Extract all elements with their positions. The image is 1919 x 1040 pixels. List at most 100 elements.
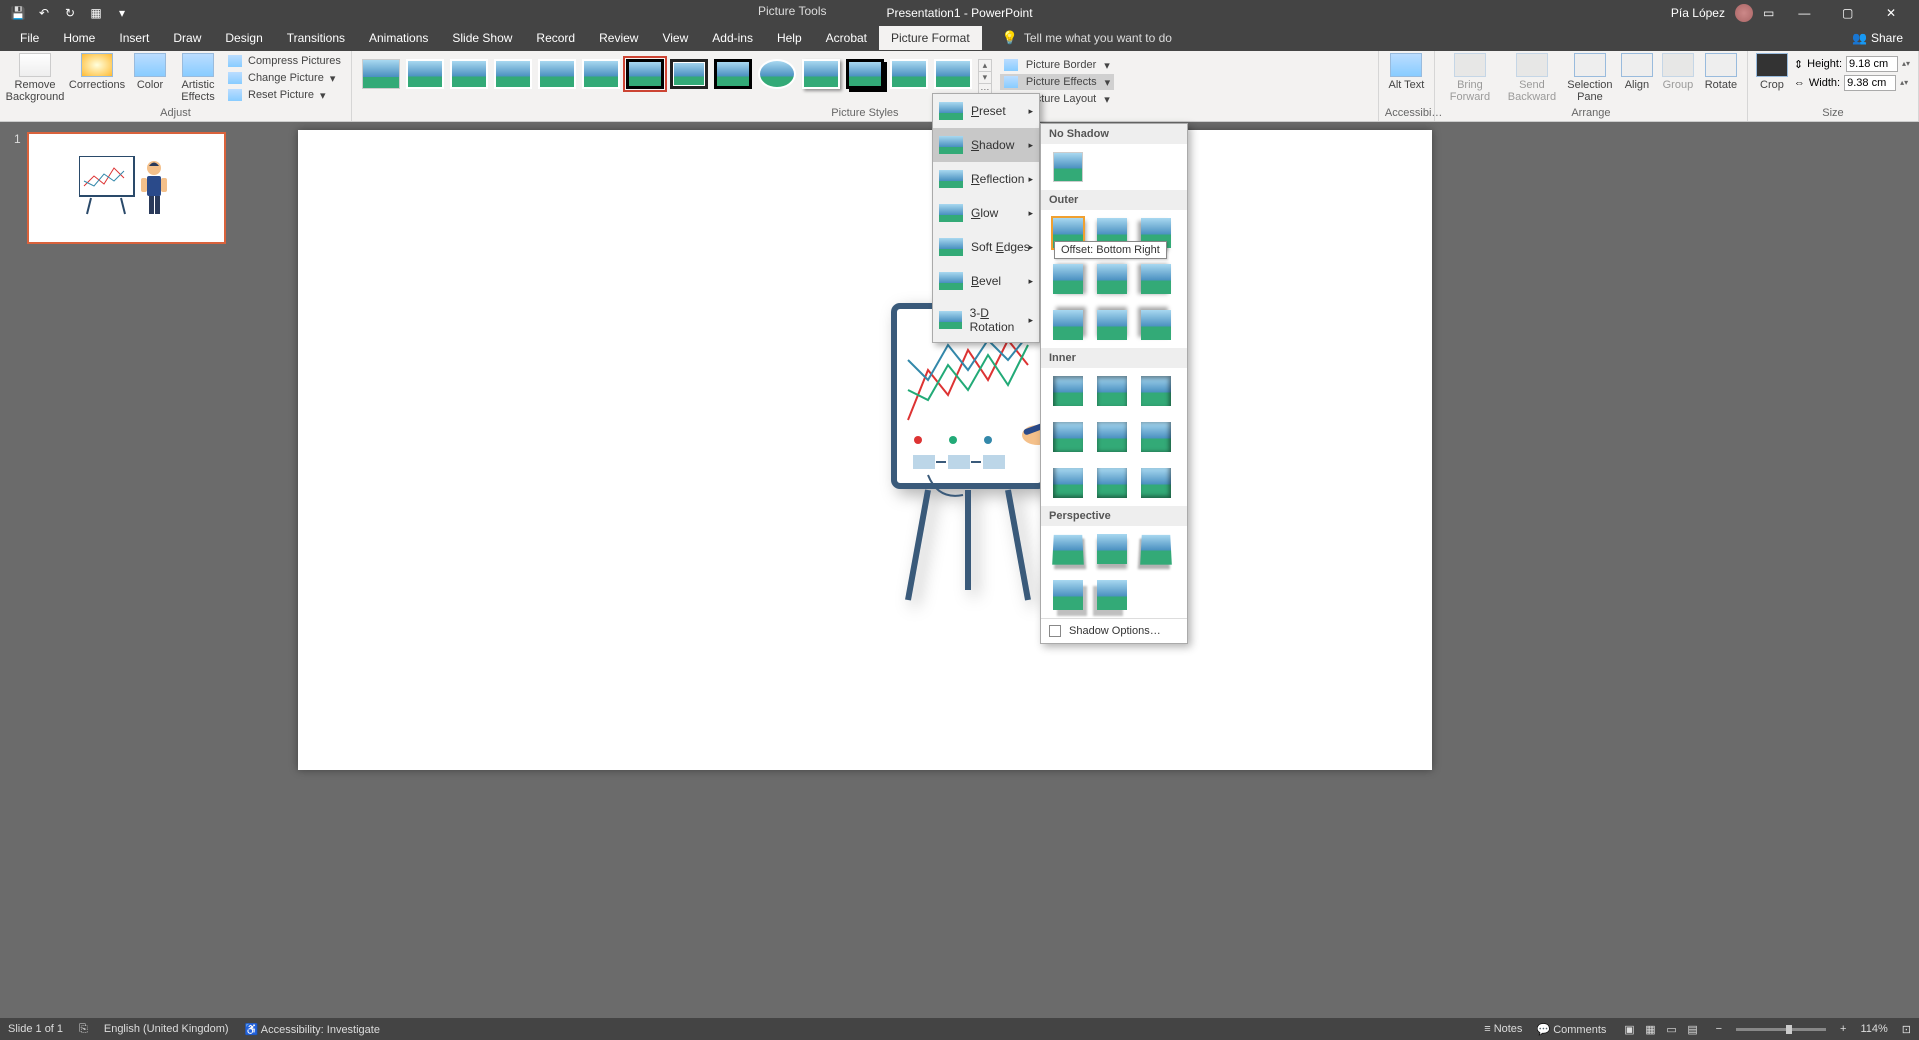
tab-picture-format[interactable]: Picture Format [879,26,982,50]
ribbon-display-icon[interactable]: ▭ [1763,6,1774,20]
status-language[interactable]: English (United Kingdom) [104,1023,229,1035]
picture-style-13[interactable] [890,59,928,89]
picture-style-2[interactable] [406,59,444,89]
compress-pictures-button[interactable]: Compress Pictures [226,53,345,69]
remove-background-button[interactable]: Remove Background [6,53,64,103]
status-accessibility[interactable]: ♿ Accessibility: Investigate [245,1023,380,1036]
status-spelling-icon[interactable]: ⎘ [79,1023,88,1036]
reset-picture-button[interactable]: Reset Picture ▾ [226,87,345,103]
effects-shadow[interactable]: Shadow▸ [933,128,1039,162]
slide-1[interactable] [298,130,1432,770]
start-from-beginning-icon[interactable]: ▦ [88,6,104,20]
tab-draw[interactable]: Draw [161,26,213,50]
align-button[interactable]: Align [1619,53,1655,91]
tab-slideshow[interactable]: Slide Show [440,26,524,50]
picture-style-1[interactable] [362,59,400,89]
undo-icon[interactable]: ↶ [36,6,52,20]
send-backward-button[interactable]: Send Backward [1503,53,1561,103]
picture-style-5[interactable] [538,59,576,89]
shadow-inner-7[interactable] [1053,468,1083,498]
slideshow-view-icon[interactable]: ▤ [1684,1023,1702,1036]
tab-acrobat[interactable]: Acrobat [814,26,879,50]
zoom-out-icon[interactable]: − [1716,1023,1722,1035]
gallery-more-button[interactable]: ▴▾⋯ [978,59,992,97]
notes-button[interactable]: ≡ Notes [1484,1023,1522,1035]
save-icon[interactable]: 💾 [10,6,26,20]
picture-style-4[interactable] [494,59,532,89]
tab-record[interactable]: Record [524,26,587,50]
shadow-outer-right[interactable] [1053,264,1083,294]
zoom-in-icon[interactable]: + [1840,1023,1846,1035]
alt-text-button[interactable]: Alt Text [1385,53,1428,91]
tab-home[interactable]: Home [51,26,107,50]
shadow-inner-2[interactable] [1097,376,1127,406]
color-button[interactable]: Color [130,53,170,91]
zoom-level[interactable]: 114% [1860,1023,1887,1035]
shadow-inner-3[interactable] [1141,376,1171,406]
shadow-options-button[interactable]: Shadow Options… [1041,618,1187,643]
shadow-inner-6[interactable] [1141,422,1171,452]
tell-me-search[interactable]: 💡 Tell me what you want to do [1002,30,1172,46]
height-input[interactable] [1846,56,1898,72]
height-spinner[interactable]: ▴▾ [1902,60,1912,68]
effects-soft-edges[interactable]: Soft Edges▸ [933,230,1039,264]
shadow-inner-5[interactable] [1097,422,1127,452]
close-icon[interactable]: ✕ [1871,6,1911,20]
tab-addins[interactable]: Add-ins [700,26,765,50]
rotate-button[interactable]: Rotate [1701,53,1741,91]
picture-style-11[interactable] [802,59,840,89]
effects-preset[interactable]: Preset▸ [933,94,1039,128]
shadow-none[interactable] [1053,152,1083,182]
shadow-outer-top-left[interactable] [1141,310,1171,340]
shadow-outer-top[interactable] [1097,310,1127,340]
maximize-icon[interactable]: ▢ [1828,6,1868,20]
sorter-view-icon[interactable]: ▦ [1641,1023,1659,1036]
qat-more-icon[interactable]: ▾ [114,6,130,20]
share-button[interactable]: 👥 Share [1852,31,1903,45]
width-spinner[interactable]: ▴▾ [1900,79,1910,87]
shadow-outer-left[interactable] [1141,264,1171,294]
comments-button[interactable]: 💬 Comments [1536,1023,1606,1036]
picture-style-6[interactable] [582,59,620,89]
tab-animations[interactable]: Animations [357,26,440,50]
shadow-perspective-5[interactable] [1097,580,1127,610]
tab-file[interactable]: File [8,26,51,50]
tab-review[interactable]: Review [587,26,650,50]
user-name[interactable]: Pía López [1671,6,1725,20]
tab-insert[interactable]: Insert [107,26,161,50]
artistic-effects-button[interactable]: Artistic Effects [174,53,222,103]
width-input[interactable] [1844,75,1896,91]
shadow-perspective-4[interactable] [1053,580,1083,610]
slide-thumbnail-1[interactable] [27,132,226,244]
shadow-outer-top-right[interactable] [1053,310,1083,340]
shadow-inner-9[interactable] [1141,468,1171,498]
redo-icon[interactable]: ↻ [62,6,78,20]
shadow-perspective-2[interactable] [1097,534,1127,564]
selection-pane-button[interactable]: Selection Pane [1565,53,1615,103]
normal-view-icon[interactable]: ▣ [1620,1023,1638,1036]
picture-style-10[interactable] [758,59,796,89]
effects-glow[interactable]: Glow▸ [933,196,1039,230]
minimize-icon[interactable]: — [1784,6,1824,20]
shadow-perspective-3[interactable] [1140,535,1172,565]
effects-3d-rotation[interactable]: 3-D Rotation▸ [933,298,1039,342]
tab-view[interactable]: View [650,26,700,50]
change-picture-button[interactable]: Change Picture ▾ [226,70,345,86]
reading-view-icon[interactable]: ▭ [1663,1023,1681,1036]
picture-style-8[interactable] [670,59,708,89]
crop-button[interactable]: Crop [1754,53,1790,91]
shadow-perspective-1[interactable] [1052,535,1084,565]
corrections-button[interactable]: Corrections [68,53,126,91]
group-button[interactable]: Group [1659,53,1697,91]
picture-effects-button[interactable]: Picture Effects ▾ [1000,74,1114,90]
zoom-slider[interactable] [1736,1028,1826,1031]
tab-transitions[interactable]: Transitions [275,26,357,50]
shadow-inner-4[interactable] [1053,422,1083,452]
picture-style-7[interactable] [626,59,664,89]
picture-style-9[interactable] [714,59,752,89]
effects-bevel[interactable]: Bevel▸ [933,264,1039,298]
effects-reflection[interactable]: Reflection▸ [933,162,1039,196]
shadow-inner-8[interactable] [1097,468,1127,498]
shadow-outer-center[interactable] [1097,264,1127,294]
picture-style-12[interactable] [846,59,884,89]
